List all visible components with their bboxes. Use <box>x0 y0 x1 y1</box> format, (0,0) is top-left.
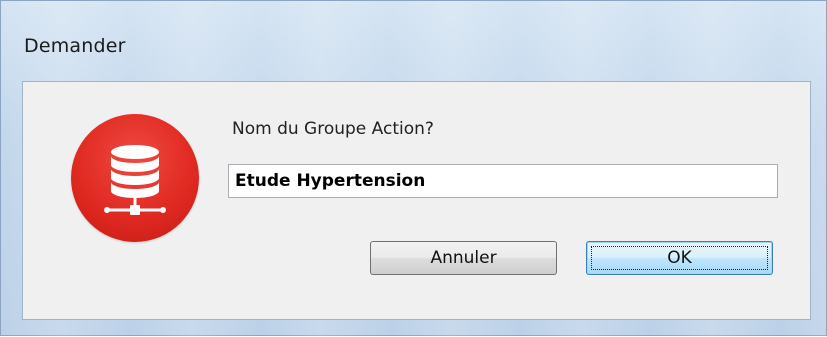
dialog-body: Nom du Groupe Action? Annuler OK <box>22 81 811 320</box>
ok-button[interactable]: OK <box>586 241 773 275</box>
cancel-button[interactable]: Annuler <box>370 241 557 275</box>
group-name-input[interactable] <box>228 164 778 198</box>
dialog-window: Demander Nom du Groupe Action? Etude Hyp… <box>0 0 827 337</box>
prompt-label: Nom du Groupe Action? <box>232 119 434 139</box>
window-title: Demander <box>24 35 126 57</box>
database-network-icon <box>71 114 199 242</box>
ok-button-label: OK <box>667 248 692 268</box>
cancel-button-label: Annuler <box>430 248 497 268</box>
title-bar[interactable]: Demander <box>1 1 827 81</box>
